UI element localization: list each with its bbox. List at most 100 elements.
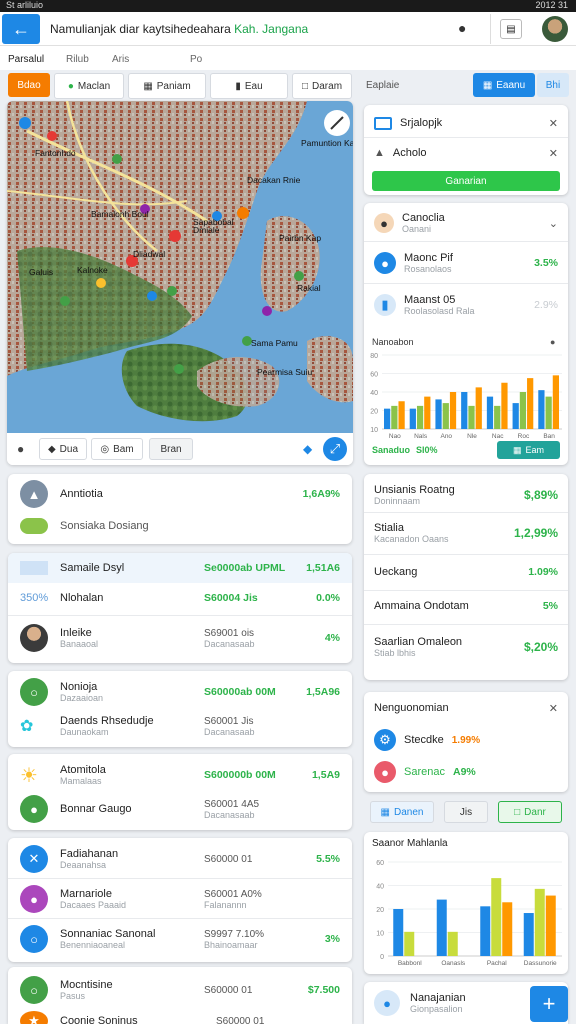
item-title: Atomitola (60, 764, 106, 776)
item-title: Samaile Dsyl (60, 562, 125, 574)
chart-bar (468, 405, 475, 429)
chevron-down-icon[interactable]: ⌄ (549, 217, 558, 230)
stat-row[interactable]: Unsianis Roatng Doninnaam $,89% (364, 480, 568, 510)
tab-paniam[interactable]: ▦ Paniam (128, 73, 206, 99)
subnav-item[interactable]: Po (190, 54, 202, 65)
close-icon[interactable]: ✕ (549, 702, 558, 715)
subnav-item[interactable]: Rilub (66, 54, 89, 65)
map-footer-btn[interactable]: ◆ Dua (39, 438, 87, 460)
stat-title: Unsianis Roatng (374, 484, 455, 496)
side-panel-item[interactable]: Srjalopjk ✕ (364, 113, 568, 133)
item-title: Sarenac (404, 766, 445, 778)
divider (364, 554, 568, 555)
list-item[interactable]: ▮ Maanst 05 Roolasolasd Rala 2.9% (364, 289, 568, 321)
item-title: Maanst 05 (404, 294, 456, 306)
chart-bar (436, 899, 447, 956)
chart-icon: ● (374, 252, 396, 274)
map-view[interactable]: Pamuntion Kan Fantonhdo Dacakan Rnie Bam… (7, 101, 353, 433)
item-subtitle: Banaaoal (60, 639, 99, 649)
info-card-header[interactable]: ● Canoclia Oanani ⌄ (364, 209, 568, 237)
y-tick-label: 80 (370, 353, 378, 360)
list-item[interactable]: ▲ Anntiotia 1,6A9% (8, 480, 352, 508)
list-item[interactable]: ● Bonnar Gaugo S60001 4A5 Dacanasaab (8, 794, 352, 824)
tools-icon: ✕ (20, 845, 48, 873)
stat-row[interactable]: Ammaina Ondotam 5% (364, 594, 568, 618)
action-button[interactable]: Ganarian (372, 171, 560, 191)
map-label: Pearmisa Suiu (257, 367, 313, 377)
tab-eau[interactable]: ▮ Eau (210, 73, 288, 99)
user-icon[interactable]: ● (458, 20, 466, 36)
item-label: Acholo (392, 147, 427, 159)
list-item[interactable]: ● Maonc Pif Rosanolaos 3.5% (364, 247, 568, 279)
grid-icon: ▦ (380, 806, 390, 818)
divider (490, 14, 491, 44)
chart-bar (519, 392, 527, 429)
subnav: Parsalul Rilub Aris Po (0, 46, 576, 70)
avatar (20, 624, 48, 652)
right-header-label: Eaplaie (366, 80, 400, 91)
add-button[interactable]: + (530, 986, 568, 1022)
stat-row[interactable]: Ueckang 1.09% (364, 560, 568, 584)
side-panel-item[interactable]: ▲ Acholo ✕ (364, 143, 568, 163)
tag-icon: ● (67, 80, 74, 92)
chart-button[interactable]: Jis (444, 801, 488, 823)
subnav-item[interactable]: Parsalul (8, 54, 44, 65)
export-button[interactable]: □ Danr (498, 801, 562, 823)
compass-icon[interactable] (324, 110, 350, 136)
tab-active[interactable]: Bdao (8, 73, 50, 97)
pin-icon[interactable]: ● (17, 442, 24, 456)
locate-icon[interactable]: ◆ (303, 442, 312, 456)
stat-row[interactable]: Saarlian Omaleon Stiab lbhis $,20% (364, 630, 568, 664)
y-tick-label: 40 (376, 884, 384, 891)
notification-item[interactable]: ⚙ Stecdke 1.99% (364, 728, 568, 752)
button-label: Dua (59, 443, 79, 455)
info-icon[interactable]: ● (550, 337, 555, 347)
list-item[interactable]: ○ Nonioja Dazaaioan S60000ab 00M 1,5A96 (8, 677, 352, 707)
secondary-button[interactable]: Bhi (537, 73, 569, 97)
tab-label: Daram (312, 80, 343, 92)
list-item[interactable]: ★ Coonie Soninus S60000 01 (8, 1011, 352, 1024)
button-label: Danen (393, 806, 424, 818)
item-subtitle: Daunaokam (60, 727, 109, 737)
bar-chart: 10 20 40 60 80 Nao Nals Ano Nle Nac Roc Ban (370, 353, 562, 440)
chart-bar (501, 382, 508, 429)
list-item[interactable]: Inleike Banaaoal S69001 ois Dacanasaab 4% (8, 621, 352, 655)
list-item[interactable]: ✿ Daends Rhsedudje Daunaokam S60001 Jis Da… (8, 711, 352, 741)
list-item[interactable]: ✕ Fadiahanan Deaanahsa S60000 01 5.5% (8, 842, 352, 876)
item-amount: S60000 01 (204, 853, 253, 865)
map-footer-btn[interactable]: Bran (149, 438, 193, 460)
chart-bar (534, 888, 545, 956)
list-item[interactable]: ☀ Atomitola Mamalaas S600000b 00M 1,5A9 (8, 760, 352, 790)
list-item[interactable]: Samaile Dsyl Se0000ab UPML 1,51A6 (8, 553, 352, 583)
map-footer-btn[interactable]: ◎ Bam (91, 438, 143, 460)
tab-maclan[interactable]: ● Maclan (54, 73, 124, 99)
filter-button[interactable]: ▦ Danen (370, 801, 434, 823)
list-item[interactable]: ○ Sonnaniac Sanonal Benenniaoaneal S9997 … (8, 922, 352, 956)
back-arrow-icon[interactable]: ← (2, 14, 40, 44)
item-title: Bonnar Gaugo (60, 803, 132, 815)
expand-icon[interactable]: ⤢ (323, 437, 347, 461)
stat-row[interactable]: Stialia Kacanadon Oaans 1,2,99% (364, 518, 568, 548)
chart-bar (416, 405, 424, 429)
circle-icon: ○ (20, 678, 48, 706)
status-right: 2012 31 (535, 0, 568, 10)
chart-footer-button[interactable]: ▦ Eam (497, 441, 560, 459)
item-title: Nonioja (60, 681, 98, 693)
primary-button[interactable]: ▦ Eaanu (473, 73, 535, 97)
list-item[interactable]: ● Marnariole Dacaaes Paaaid S60001 A0% Fal… (8, 882, 352, 916)
file-icon: □ (301, 80, 309, 92)
y-tick-label: 20 (370, 409, 378, 416)
list-item[interactable]: Sonsiaka Dosiang (8, 514, 352, 538)
list-item[interactable]: ○ Mocntisine Pasus S60000 01 $7.500 (8, 973, 352, 1007)
item-title: Marnariole (60, 888, 112, 900)
list-item[interactable]: 350% Nlohalan S60004 Jis 0.0% (8, 585, 352, 611)
tab-daram[interactable]: □ Daram (292, 73, 352, 99)
x-tick-label: Pachal (487, 960, 507, 967)
user-group-icon: ● (374, 990, 400, 1016)
close-icon[interactable]: ✕ (549, 147, 558, 160)
close-icon[interactable]: ✕ (549, 117, 558, 130)
notification-item[interactable]: ● Sarenac A9% (364, 760, 568, 784)
window-icon[interactable]: ▤ (500, 19, 522, 39)
avatar[interactable] (542, 16, 568, 42)
subnav-item[interactable]: Aris (112, 54, 129, 65)
